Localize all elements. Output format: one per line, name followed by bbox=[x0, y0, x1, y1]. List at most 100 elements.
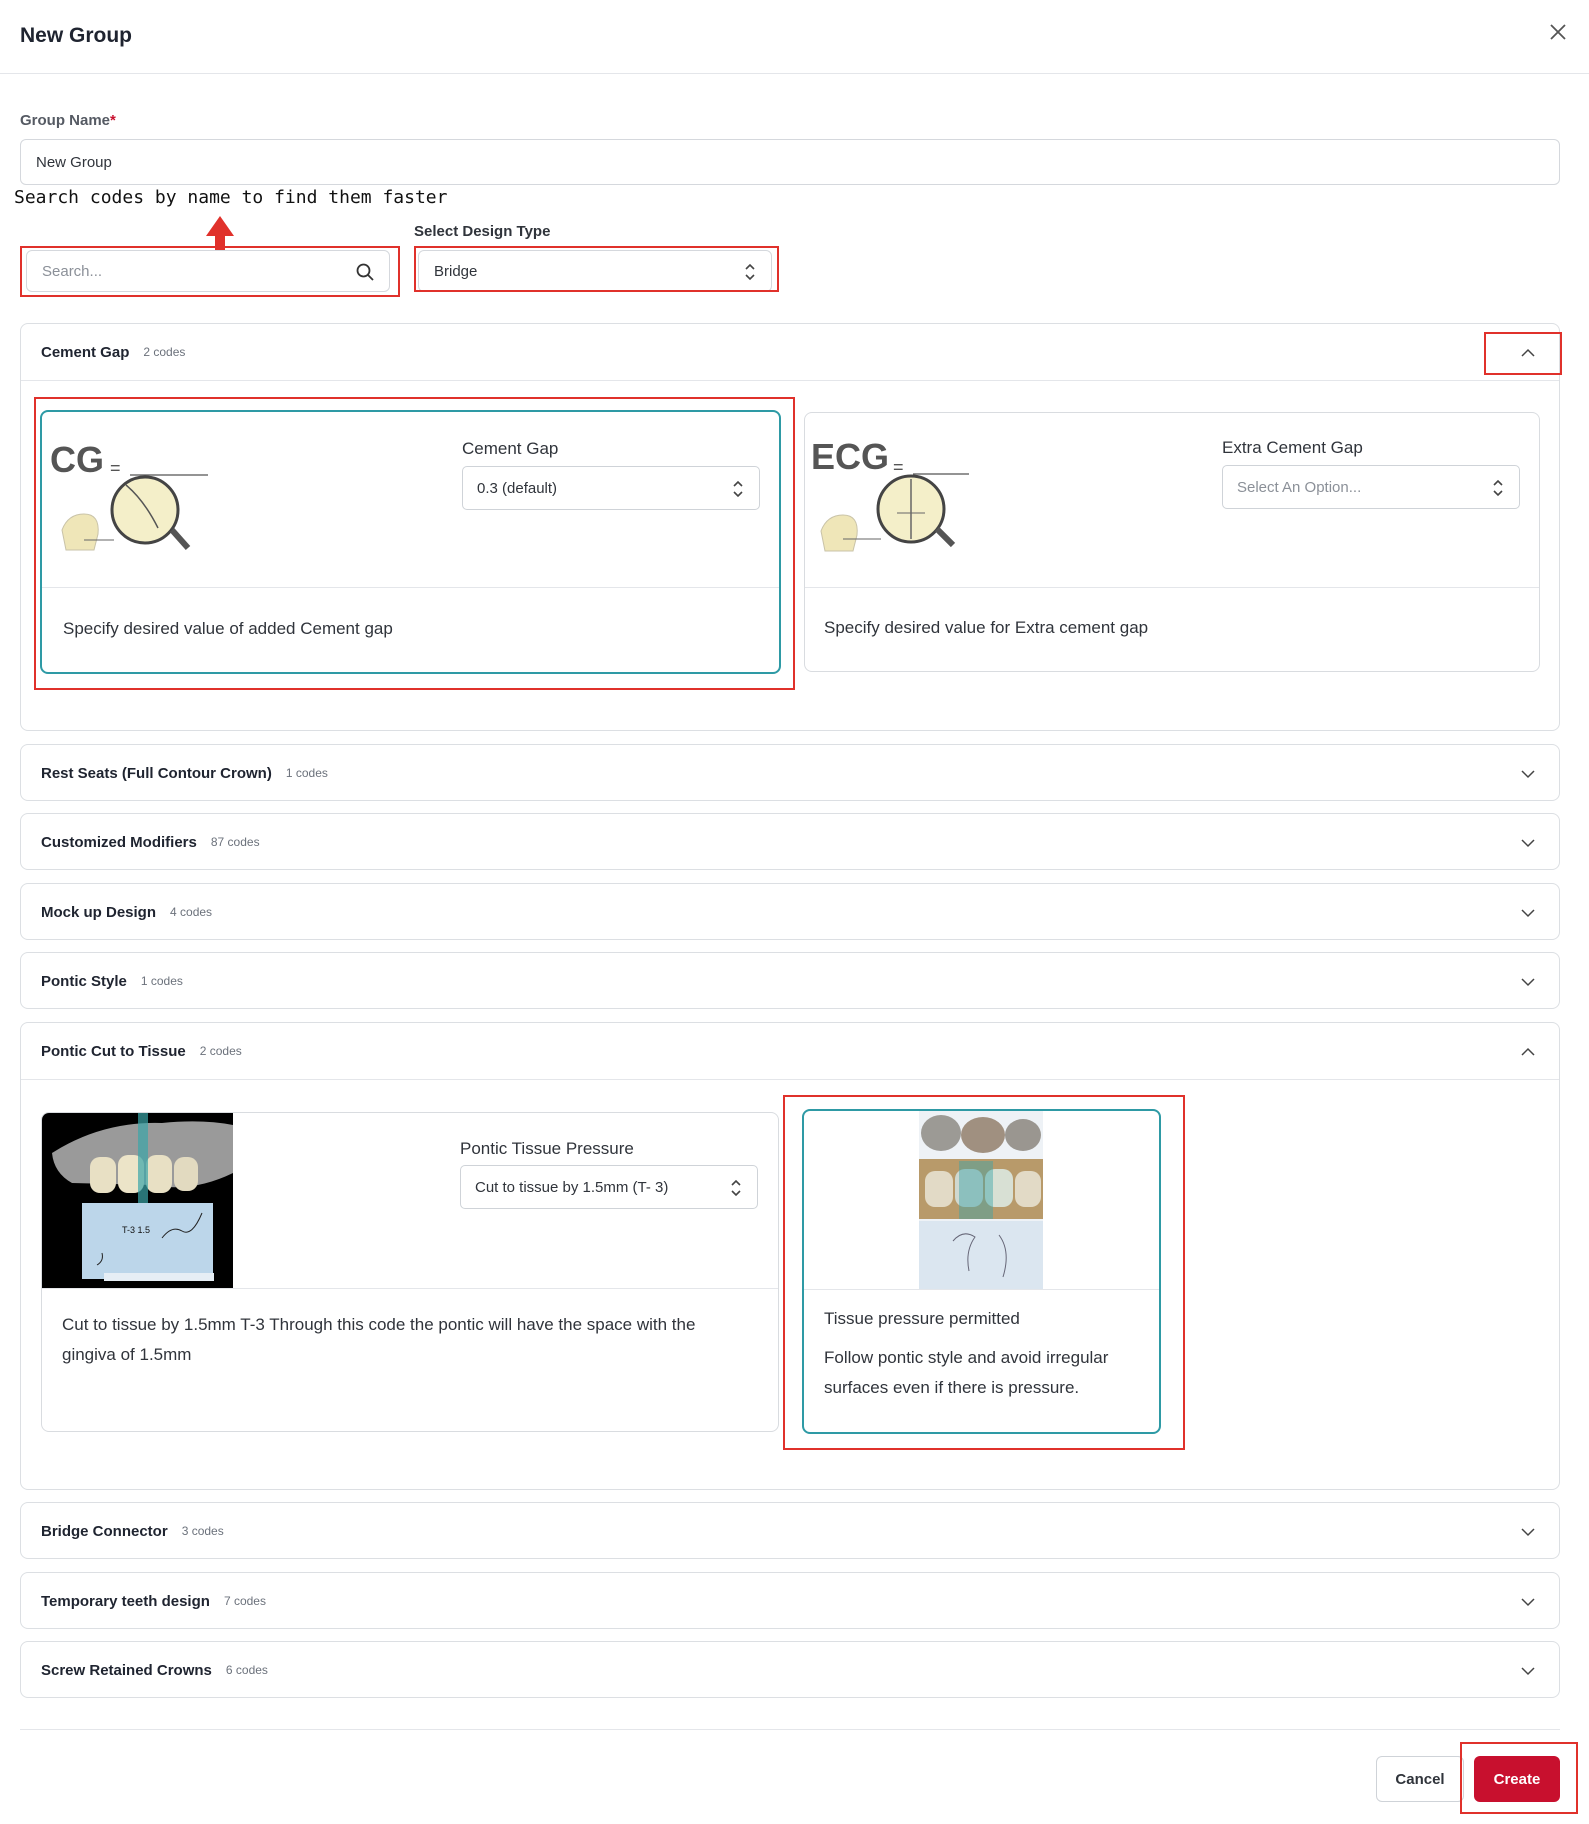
code-card-pontic-tissue-pressure[interactable]: T-3 1.5 Pontic Tissue Pressure Cut to ti… bbox=[41, 1112, 779, 1432]
cg-image-eq: = bbox=[110, 458, 121, 478]
code-card-cement-gap[interactable]: CG = Cement Gap 0.3 (default) Specify de… bbox=[40, 410, 781, 674]
section-cement-gap: Cement Gap 2 codes CG = Cement Gap 0.3 (… bbox=[20, 323, 1560, 731]
footer-divider bbox=[20, 1729, 1560, 1730]
section-rest-seats[interactable]: Rest Seats (Full Contour Crown) 1 codes bbox=[20, 744, 1560, 801]
section-header[interactable]: Pontic Style 1 codes bbox=[21, 953, 1559, 1009]
section-title: Customized Modifiers bbox=[41, 833, 197, 851]
section-title: Bridge Connector bbox=[41, 1522, 168, 1540]
section-count: 1 codes bbox=[285, 766, 328, 780]
tissue-pressure-title: Tissue pressure permitted bbox=[824, 1309, 1020, 1328]
dialog-title: New Group bbox=[20, 24, 133, 47]
group-name-label: Group Name* bbox=[20, 112, 116, 129]
card-divider bbox=[805, 587, 1539, 588]
extra-cement-gap-description: Specify desired value for Extra cement g… bbox=[824, 618, 1149, 637]
tissue-pressure-description: Follow pontic style and avoid irregular … bbox=[824, 1348, 1109, 1397]
code-card-extra-cement-gap[interactable]: ECG = Extra Cement Gap Select An Option.… bbox=[804, 412, 1540, 672]
group-name-value: New Group bbox=[36, 153, 112, 171]
section-body: T-3 1.5 Pontic Tissue Pressure Cut to ti… bbox=[21, 1079, 1559, 1490]
chevron-down-icon[interactable] bbox=[1519, 973, 1537, 991]
search-input[interactable]: Search... bbox=[26, 250, 390, 292]
required-mark: * bbox=[110, 112, 116, 129]
section-count: 87 codes bbox=[210, 835, 260, 849]
design-type-select[interactable]: Bridge bbox=[418, 250, 772, 292]
card-divider bbox=[42, 587, 779, 588]
section-title: Pontic Cut to Tissue bbox=[41, 1042, 186, 1060]
section-customized-modifiers[interactable]: Customized Modifiers 87 codes bbox=[20, 813, 1560, 870]
section-header[interactable]: Pontic Cut to Tissue 2 codes bbox=[21, 1023, 1559, 1079]
section-title: Screw Retained Crowns bbox=[41, 1661, 212, 1679]
extra-cement-gap-illustration: ECG = bbox=[811, 436, 969, 552]
section-screw-retained-crowns[interactable]: Screw Retained Crowns 6 codes bbox=[20, 1641, 1560, 1698]
section-body: CG = Cement Gap 0.3 (default) Specify de… bbox=[21, 380, 1559, 731]
extra-cement-gap-select[interactable]: Select An Option... bbox=[1222, 465, 1520, 509]
cement-gap-value: 0.3 (default) bbox=[477, 479, 558, 497]
chevron-up-icon[interactable] bbox=[1519, 344, 1537, 362]
chevron-down-icon[interactable] bbox=[1519, 765, 1537, 783]
new-group-dialog: New Group Group Name* New Group Search c… bbox=[0, 0, 1589, 1824]
pontic-tissue-pressure-value: Cut to tissue by 1.5mm (T- 3) bbox=[475, 1178, 669, 1196]
search-hint-annotation: Search codes by name to find them faster bbox=[14, 187, 448, 208]
search-icon[interactable] bbox=[355, 262, 375, 282]
section-header[interactable]: Temporary teeth design 7 codes bbox=[21, 1573, 1559, 1629]
dialog-header: New Group bbox=[0, 0, 1589, 74]
pontic-tissue-pressure-select[interactable]: Cut to tissue by 1.5mm (T- 3) bbox=[460, 1165, 758, 1209]
section-title: Pontic Style bbox=[41, 972, 127, 990]
design-type-value: Bridge bbox=[434, 262, 478, 280]
ecg-image-eq: = bbox=[893, 457, 904, 477]
section-header[interactable]: Bridge Connector 3 codes bbox=[21, 1503, 1559, 1559]
extra-cement-gap-label: Extra Cement Gap bbox=[1222, 438, 1363, 457]
code-card-tissue-pressure-permitted[interactable]: Tissue pressure permitted Follow pontic … bbox=[802, 1109, 1161, 1434]
section-mock-up-design[interactable]: Mock up Design 4 codes bbox=[20, 883, 1560, 940]
cancel-button[interactable]: Cancel bbox=[1376, 1756, 1464, 1802]
section-count: 3 codes bbox=[181, 1524, 224, 1538]
section-header[interactable]: Cement Gap 2 codes bbox=[21, 324, 1559, 380]
section-header[interactable]: Screw Retained Crowns 6 codes bbox=[21, 1642, 1559, 1698]
card-divider bbox=[42, 1288, 778, 1289]
section-count: 2 codes bbox=[199, 1044, 242, 1058]
close-icon[interactable] bbox=[1544, 18, 1572, 46]
section-bridge-connector[interactable]: Bridge Connector 3 codes bbox=[20, 1502, 1560, 1559]
section-title: Mock up Design bbox=[41, 903, 157, 921]
section-header[interactable]: Mock up Design 4 codes bbox=[21, 884, 1559, 940]
updown-chevron-icon bbox=[1493, 479, 1503, 497]
chevron-down-icon[interactable] bbox=[1519, 834, 1537, 852]
updown-chevron-icon bbox=[731, 1179, 741, 1197]
section-header[interactable]: Rest Seats (Full Contour Crown) 1 codes bbox=[21, 745, 1559, 801]
pontic-cut-image: T-3 1.5 bbox=[42, 1113, 233, 1288]
create-button[interactable]: Create bbox=[1474, 1756, 1560, 1802]
pontic-image-caption: T-3 1.5 bbox=[122, 1225, 150, 1235]
pontic-tissue-pressure-description: Cut to tissue by 1.5mm T-3 Through this … bbox=[62, 1315, 696, 1364]
group-name-input[interactable]: New Group bbox=[20, 139, 1560, 185]
updown-chevron-icon bbox=[745, 263, 755, 281]
section-pontic-style[interactable]: Pontic Style 1 codes bbox=[20, 952, 1560, 1009]
section-title: Temporary teeth design bbox=[41, 1592, 210, 1610]
section-count: 1 codes bbox=[140, 974, 183, 988]
tissue-pressure-image bbox=[919, 1111, 1043, 1289]
extra-cement-gap-placeholder: Select An Option... bbox=[1237, 478, 1362, 496]
section-pontic-cut-to-tissue: Pontic Cut to Tissue 2 codes T-3 1.5 Pon… bbox=[20, 1022, 1560, 1490]
chevron-down-icon[interactable] bbox=[1519, 1523, 1537, 1541]
pontic-tissue-pressure-label: Pontic Tissue Pressure bbox=[460, 1139, 634, 1158]
section-title: Rest Seats (Full Contour Crown) bbox=[41, 764, 272, 782]
section-count: 4 codes bbox=[170, 905, 213, 919]
chevron-down-icon[interactable] bbox=[1519, 1593, 1537, 1611]
cement-gap-label: Cement Gap bbox=[462, 439, 559, 458]
card-divider bbox=[804, 1289, 1159, 1290]
annotation-arrow-icon bbox=[206, 216, 234, 252]
search-placeholder: Search... bbox=[42, 262, 103, 280]
chevron-down-icon[interactable] bbox=[1519, 1662, 1537, 1680]
cement-gap-select[interactable]: 0.3 (default) bbox=[462, 466, 760, 510]
cement-gap-illustration: CG = bbox=[50, 439, 208, 551]
section-count: 2 codes bbox=[143, 345, 186, 359]
section-temporary-teeth-design[interactable]: Temporary teeth design 7 codes bbox=[20, 1572, 1560, 1629]
ecg-image-text: ECG bbox=[811, 436, 889, 477]
cement-gap-description: Specify desired value of added Cement ga… bbox=[63, 619, 393, 638]
chevron-down-icon[interactable] bbox=[1519, 904, 1537, 922]
updown-chevron-icon bbox=[733, 480, 743, 498]
section-count: 6 codes bbox=[225, 1663, 268, 1677]
section-count: 7 codes bbox=[223, 1594, 266, 1608]
design-type-label: Select Design Type bbox=[414, 223, 551, 240]
cg-image-text: CG bbox=[50, 439, 104, 480]
section-header[interactable]: Customized Modifiers 87 codes bbox=[21, 814, 1559, 870]
chevron-up-icon[interactable] bbox=[1519, 1043, 1537, 1061]
